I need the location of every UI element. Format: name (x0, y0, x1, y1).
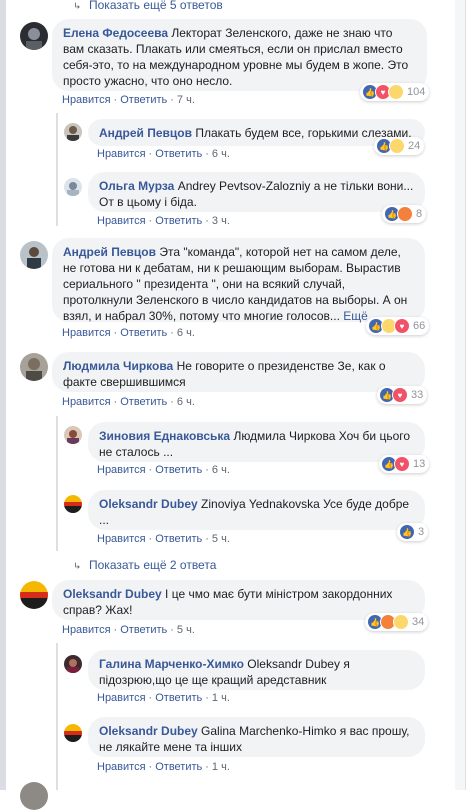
love-icon: ♥ (394, 318, 410, 334)
timestamp[interactable]: 6 ч. (212, 148, 230, 160)
comment-actions: Нравится · Ответить · 6 ч. (62, 327, 195, 339)
comment-actions: Нравится · Ответить · 3 ч. (97, 215, 230, 227)
avatar[interactable] (20, 782, 48, 810)
comment-bubble: Людмила Чиркова Не говорите о президенст… (52, 352, 425, 392)
comment-bubble: Oleksandr Dubey Galina Marchenko-Himko я… (88, 717, 425, 757)
angry-icon (397, 206, 413, 222)
comment-bubble: Елена Федосеева Лекторат Зеленского, даж… (52, 19, 427, 91)
avatar[interactable] (64, 495, 82, 513)
avatar[interactable] (64, 123, 82, 141)
comment-bubble: Андрей Певцов Эта "команда", которой нет… (52, 238, 425, 323)
avatar[interactable] (64, 655, 82, 673)
avatar[interactable] (20, 581, 48, 609)
reply-button[interactable]: Ответить (155, 692, 202, 704)
like-button[interactable]: Нравится (97, 761, 146, 773)
avatar[interactable] (20, 353, 48, 381)
comment-author[interactable]: Андрей Певцов (99, 126, 192, 140)
avatar-image (20, 22, 48, 50)
reply-arrow-icon: ↳ (73, 562, 82, 571)
timestamp[interactable]: 5 ч. (177, 624, 195, 636)
like-button[interactable]: Нравится (97, 692, 146, 704)
like-button[interactable]: Нравится (62, 396, 111, 408)
like-button[interactable]: Нравится (97, 215, 146, 227)
comment-actions: Нравится · Ответить · 1 ч. (97, 761, 230, 773)
love-icon: ♥ (392, 387, 408, 403)
timestamp[interactable]: 6 ч. (212, 464, 230, 476)
sad-icon (388, 84, 404, 100)
reaction-summary[interactable]: 👍 24 (374, 137, 425, 155)
reaction-summary[interactable]: 👍 3 (397, 523, 429, 541)
avatar[interactable] (64, 426, 82, 444)
reply-button[interactable]: Ответить (155, 148, 202, 160)
love-icon: ♥ (394, 456, 410, 472)
comment-bubble: Ольга Мурза Andrey Pevtsov-Zalozniy а не… (88, 172, 425, 212)
comment-bubble: Зиновия Еднаковська Людмила Чиркова Хоч … (88, 422, 425, 462)
comment-author[interactable]: Галина Марченко-Химко (99, 657, 244, 671)
comment-bubble: Oleksandr Dubey Zinoviya Yednakovska Усе… (88, 490, 425, 530)
reaction-summary[interactable]: 👍 ♥ 13 (379, 455, 430, 473)
side-gap (455, 0, 465, 790)
reply-button[interactable]: Ответить (120, 624, 167, 636)
avatar[interactable] (20, 241, 48, 269)
show-more-replies-link[interactable]: ↳ Показать ещё 2 ответа (73, 558, 216, 572)
timestamp[interactable]: 7 ч. (177, 94, 195, 106)
reaction-summary[interactable]: 👍 34 (365, 613, 429, 631)
comment-author[interactable]: Oleksandr Dubey (99, 497, 198, 511)
comment-author[interactable]: Зиновия Еднаковська (99, 429, 230, 443)
thread-line (56, 643, 58, 790)
comment-actions: Нравится · Ответить · 5 ч. (97, 533, 230, 545)
reaction-summary[interactable]: 👍 ♥ 66 (366, 317, 430, 335)
avatar[interactable] (20, 22, 48, 50)
left-scroll-border (0, 0, 6, 790)
timestamp[interactable]: 3 ч. (212, 215, 230, 227)
right-panel-edge (465, 0, 476, 790)
timestamp[interactable]: 6 ч. (177, 327, 195, 339)
comment-author[interactable]: Елена Федосеева (63, 26, 168, 40)
thread-line (56, 113, 58, 226)
reply-button[interactable]: Ответить (120, 327, 167, 339)
reaction-summary[interactable]: 👍 ♥ 104 (360, 83, 430, 101)
show-more-replies-link[interactable]: ↳ Показать ещё 5 ответов (73, 0, 223, 12)
comment-author[interactable]: Ольга Мурза (99, 179, 174, 193)
like-button[interactable]: Нравится (97, 148, 146, 160)
comment-actions: Нравится · Ответить · 6 ч. (62, 396, 195, 408)
reply-button[interactable]: Ответить (120, 94, 167, 106)
wow-icon (393, 614, 409, 630)
see-more-link[interactable]: Ещё (343, 309, 368, 323)
comment-author[interactable]: Андрей Певцов (63, 245, 156, 259)
sad-icon (389, 138, 405, 154)
reaction-summary[interactable]: 👍 8 (382, 205, 427, 223)
like-button[interactable]: Нравится (62, 624, 111, 636)
timestamp[interactable]: 1 ч. (212, 761, 230, 773)
reply-arrow-icon: ↳ (73, 2, 82, 11)
timestamp[interactable]: 1 ч. (212, 692, 230, 704)
timestamp[interactable]: 6 ч. (177, 396, 195, 408)
like-icon: 👍 (399, 524, 415, 540)
avatar[interactable] (64, 724, 82, 742)
thread-line (56, 416, 58, 551)
comment-author[interactable]: Людмила Чиркова (63, 359, 173, 373)
comment-actions: Нравится · Ответить · 1 ч. (97, 692, 230, 704)
avatar[interactable] (64, 178, 82, 196)
like-button[interactable]: Нравится (97, 533, 146, 545)
comment-author[interactable]: Oleksandr Dubey (63, 587, 162, 601)
reaction-summary[interactable]: 👍 ♥ 33 (377, 386, 428, 404)
reply-button[interactable]: Ответить (155, 464, 202, 476)
comment-actions: Нравится · Ответить · 7 ч. (62, 94, 195, 106)
timestamp[interactable]: 5 ч. (212, 533, 230, 545)
comment-actions: Нравится · Ответить · 6 ч. (97, 464, 230, 476)
comment-actions: Нравится · Ответить · 5 ч. (62, 624, 195, 636)
like-button[interactable]: Нравится (97, 464, 146, 476)
comment-author[interactable]: Oleksandr Dubey (99, 724, 198, 738)
reply-button[interactable]: Ответить (155, 761, 202, 773)
comment-bubble: Галина Марченко-Химко Oleksandr Dubey я … (88, 650, 425, 690)
reply-button[interactable]: Ответить (155, 215, 202, 227)
comment-actions: Нравится · Ответить · 6 ч. (97, 148, 230, 160)
reply-button[interactable]: Ответить (120, 396, 167, 408)
reply-button[interactable]: Ответить (155, 533, 202, 545)
like-button[interactable]: Нравится (62, 94, 111, 106)
like-button[interactable]: Нравится (62, 327, 111, 339)
